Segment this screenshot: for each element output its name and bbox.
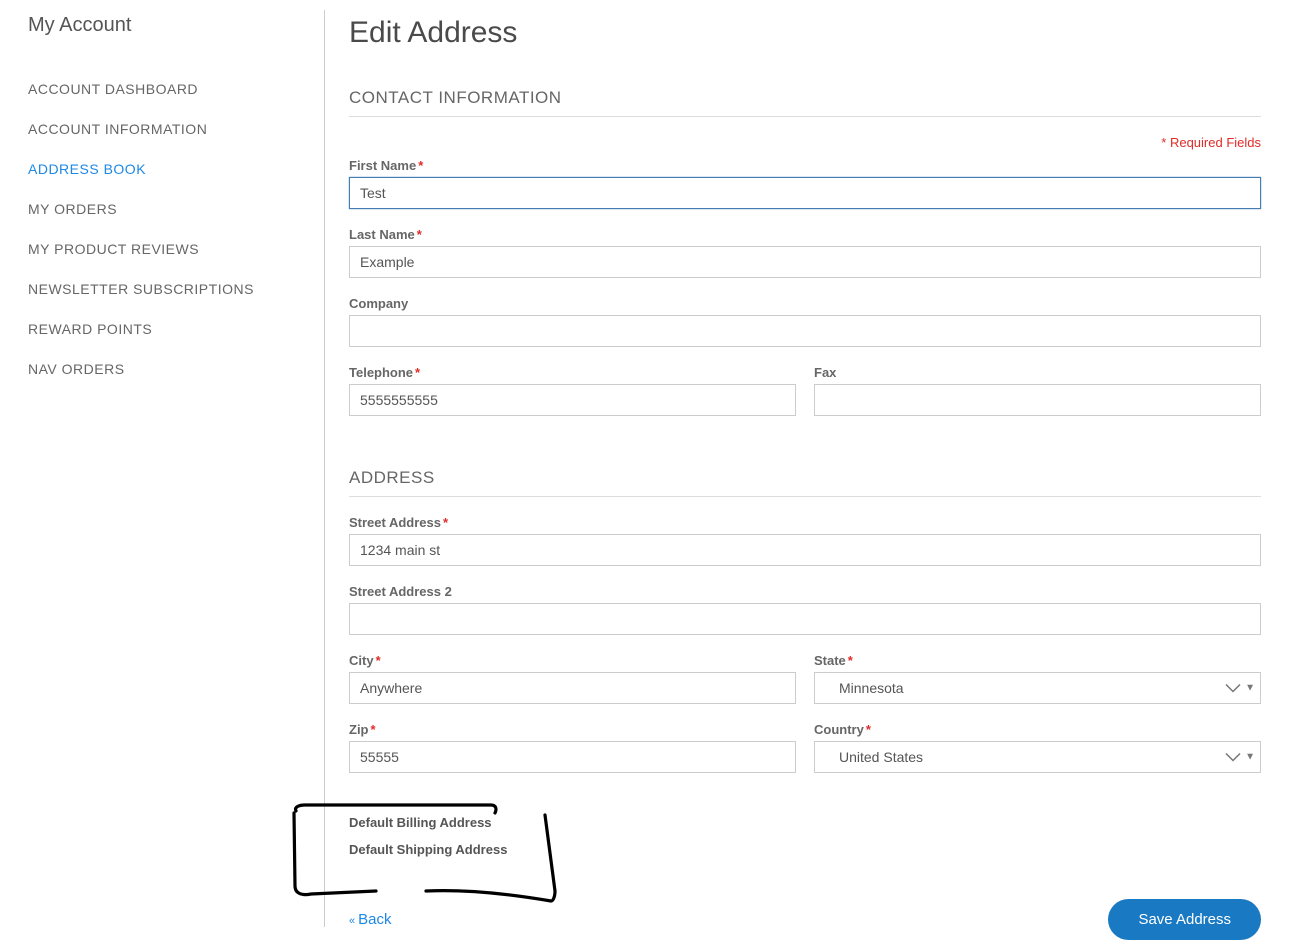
default-shipping-label: Default Shipping Address <box>349 842 1261 857</box>
chevron-left-icon: « <box>349 915 355 927</box>
state-select[interactable]: Minnesota <box>814 672 1261 704</box>
field-telephone: Telephone* <box>349 365 796 416</box>
sidebar-item-nav-orders[interactable]: NAV ORDERS <box>28 349 304 389</box>
field-company: Company <box>349 296 1261 347</box>
sidebar-item-reward-points[interactable]: REWARD POINTS <box>28 309 304 349</box>
sidebar-item-address-book[interactable]: ADDRESS BOOK <box>28 149 304 189</box>
field-zip: Zip* <box>349 722 796 773</box>
telephone-input[interactable] <box>349 384 796 416</box>
required-asterisk: * <box>376 653 381 668</box>
street1-input[interactable] <box>349 534 1261 566</box>
sidebar-item-my-product-reviews[interactable]: MY PRODUCT REVIEWS <box>28 229 304 269</box>
street2-input[interactable] <box>349 603 1261 635</box>
field-city: City* <box>349 653 796 704</box>
section-header-address: ADDRESS <box>349 468 1261 497</box>
required-fields-note: * Required Fields <box>349 135 1261 150</box>
required-asterisk: * <box>371 722 376 737</box>
field-country: Country* United States ▼ <box>814 722 1261 773</box>
sidebar-item-newsletter-subscriptions[interactable]: NEWSLETTER SUBSCRIPTIONS <box>28 269 304 309</box>
sidebar-item-account-dashboard[interactable]: ACCOUNT DASHBOARD <box>28 69 304 109</box>
default-addresses-section: Default Billing Address Default Shipping… <box>349 815 1261 857</box>
sidebar-item-account-information[interactable]: ACCOUNT INFORMATION <box>28 109 304 149</box>
page-title: Edit Address <box>349 16 1261 50</box>
field-street1: Street Address* <box>349 515 1261 566</box>
fax-input[interactable] <box>814 384 1261 416</box>
field-street2: Street Address 2 <box>349 584 1261 635</box>
required-asterisk: * <box>417 227 422 242</box>
section-header-contact: CONTACT INFORMATION <box>349 88 1261 117</box>
field-state: State* Minnesota ▼ <box>814 653 1261 704</box>
required-asterisk: * <box>866 722 871 737</box>
default-billing-label: Default Billing Address <box>349 815 1261 830</box>
sidebar: My Account ACCOUNT DASHBOARD ACCOUNT INF… <box>28 10 325 927</box>
required-asterisk: * <box>848 653 853 668</box>
required-asterisk: * <box>443 515 448 530</box>
fax-label: Fax <box>814 365 1261 380</box>
first-name-input[interactable] <box>349 177 1261 209</box>
back-link[interactable]: «Back <box>349 911 391 928</box>
required-asterisk: * <box>418 158 423 173</box>
last-name-label: Last Name* <box>349 227 1261 242</box>
field-last-name: Last Name* <box>349 227 1261 278</box>
street2-label: Street Address 2 <box>349 584 1261 599</box>
street1-label: Street Address* <box>349 515 1261 530</box>
save-address-button[interactable]: Save Address <box>1108 899 1261 940</box>
country-select[interactable]: United States <box>814 741 1261 773</box>
company-input[interactable] <box>349 315 1261 347</box>
zip-label: Zip* <box>349 722 796 737</box>
sidebar-item-my-orders[interactable]: MY ORDERS <box>28 189 304 229</box>
zip-input[interactable] <box>349 741 796 773</box>
state-label: State* <box>814 653 1261 668</box>
last-name-input[interactable] <box>349 246 1261 278</box>
city-input[interactable] <box>349 672 796 704</box>
first-name-label: First Name* <box>349 158 1261 173</box>
main-content: Edit Address CONTACT INFORMATION * Requi… <box>325 10 1261 927</box>
sidebar-title: My Account <box>28 14 304 37</box>
required-asterisk: * <box>415 365 420 380</box>
city-label: City* <box>349 653 796 668</box>
telephone-label: Telephone* <box>349 365 796 380</box>
field-fax: Fax <box>814 365 1261 416</box>
company-label: Company <box>349 296 1261 311</box>
country-label: Country* <box>814 722 1261 737</box>
field-first-name: First Name* <box>349 158 1261 209</box>
